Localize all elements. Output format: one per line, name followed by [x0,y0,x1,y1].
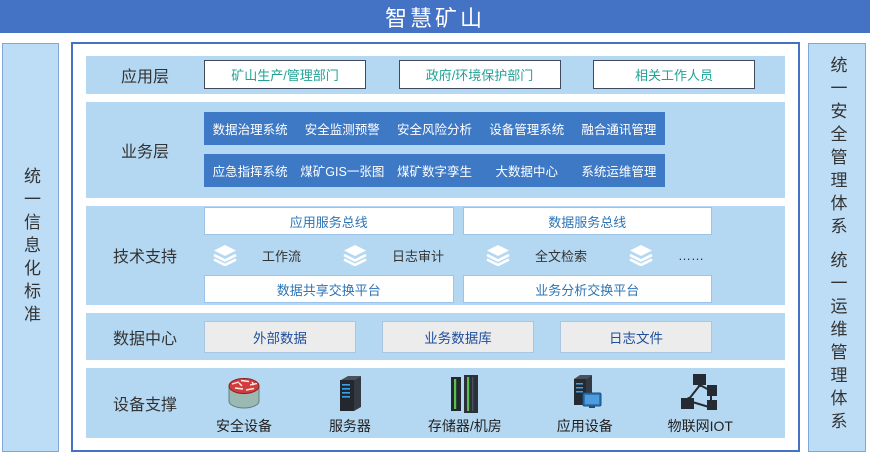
equipment-storage-room: 存储器/机房 [428,371,502,436]
data-service-bus: 数据服务总线 [463,207,713,235]
business-analysis-platform: 业务分析交换平台 [463,275,713,303]
business-row-1: 数据治理系统 安全监测预警 安全风险分析 设备管理系统 融合通讯管理 [204,112,665,145]
middleware-log-audit-label: 日志审计 [392,246,444,265]
layers-icon [628,244,654,266]
layers-icon [485,244,511,266]
main-architecture-panel: 应用层 矿山生产/管理部门 政府/环境保护部门 相关工作人员 业务层 数据治理系… [71,42,800,452]
equipment-security-device: 安全设备 [216,371,272,436]
left-pillar-label: 统一信息化标准 [22,167,39,328]
app-box-government-env: 政府/环境保护部门 [399,60,561,89]
middleware-row: 工作流 日志审计 [204,242,712,268]
layers-icon [342,244,368,266]
biz-safety-monitoring: 安全监测预警 [296,112,388,145]
storage-rack-icon [442,371,488,415]
business-database-box: 业务数据库 [382,321,534,353]
biz-gis-one-map: 煤矿GIS一张图 [296,154,388,187]
firewall-icon [221,371,267,415]
middleware-log-audit: 日志审计 [342,244,444,266]
smart-mine-architecture-diagram: 智慧矿山 统一信息化标准 统一安全管理体系 统一运维管理体系 应用层 矿山生产/… [0,0,870,457]
iot-network-icon [677,371,723,415]
equipment-iot: 物联网IOT [668,371,733,436]
equipment-support-content: 安全设备 服务器 [204,371,733,436]
data-center-label: 数据中心 [86,325,204,349]
right-pillar-label-security: 统一安全管理体系 [829,56,846,240]
storage-room-label: 存储器/机房 [428,416,502,436]
service-bus-row: 应用服务总线 数据服务总线 [204,207,712,235]
middleware-more: …… [628,244,704,266]
layers-icon [212,244,238,266]
data-center-content: 外部数据 业务数据库 日志文件 [204,321,712,353]
biz-big-data-center: 大数据中心 [481,154,573,187]
application-layer-label: 应用层 [86,63,204,87]
biz-risk-analysis: 安全风险分析 [388,112,480,145]
middleware-workflow: 工作流 [212,244,301,266]
biz-emergency-command: 应急指挥系统 [204,154,296,187]
biz-equipment-mgmt: 设备管理系统 [481,112,573,145]
middleware-fulltext-search: 全文检索 [485,244,587,266]
app-device-icon [562,371,608,415]
equipment-server: 服务器 [327,371,373,436]
tech-support-label: 技术支持 [86,243,204,267]
equipment-app-device: 应用设备 [557,371,613,436]
security-device-label: 安全设备 [216,416,272,436]
app-box-mine-production: 矿山生产/管理部门 [204,60,366,89]
business-layer-content: 数据治理系统 安全监测预警 安全风险分析 设备管理系统 融合通讯管理 应急指挥系… [204,112,665,187]
app-device-label: 应用设备 [557,416,613,436]
middleware-fulltext-search-label: 全文检索 [535,246,587,265]
app-service-bus: 应用服务总线 [204,207,454,235]
left-pillar-unified-info-standard: 统一信息化标准 [2,43,59,452]
tech-support-content: 应用服务总线 数据服务总线 工作流 [204,207,712,303]
equipment-support-label: 设备支撑 [86,391,204,415]
application-layer-band: 应用层 矿山生产/管理部门 政府/环境保护部门 相关工作人员 [86,56,785,94]
title-banner: 智慧矿山 [0,0,870,33]
business-layer-label: 业务层 [86,138,204,162]
server-icon [327,371,373,415]
right-pillar-unified-systems: 统一安全管理体系 统一运维管理体系 [808,43,866,452]
iot-label: 物联网IOT [668,416,733,436]
platform-row: 数据共享交换平台 业务分析交换平台 [204,275,712,303]
data-center-band: 数据中心 外部数据 业务数据库 日志文件 [86,313,785,360]
middleware-workflow-label: 工作流 [262,246,301,265]
tech-support-band: 技术支持 应用服务总线 数据服务总线 工作流 [86,206,785,306]
biz-digital-twin: 煤矿数字孪生 [388,154,480,187]
biz-comm-mgmt: 融合通讯管理 [573,112,665,145]
external-data-box: 外部数据 [204,321,356,353]
business-row-2: 应急指挥系统 煤矿GIS一张图 煤矿数字孪生 大数据中心 系统运维管理 [204,154,665,187]
server-label: 服务器 [329,416,371,436]
biz-data-governance: 数据治理系统 [204,112,296,145]
log-files-box: 日志文件 [560,321,712,353]
right-pillar-label-ops: 统一运维管理体系 [829,251,846,435]
page-title: 智慧矿山 [385,1,485,33]
application-layer-content: 矿山生产/管理部门 政府/环境保护部门 相关工作人员 [204,60,755,89]
business-layer-band: 业务层 数据治理系统 安全监测预警 安全风险分析 设备管理系统 融合通讯管理 应… [86,102,785,198]
equipment-support-band: 设备支撑 安全设备 [86,368,785,438]
middleware-more-label: …… [678,248,704,263]
app-box-related-staff: 相关工作人员 [593,60,755,89]
biz-ops-mgmt: 系统运维管理 [573,154,665,187]
data-sharing-platform: 数据共享交换平台 [204,275,454,303]
